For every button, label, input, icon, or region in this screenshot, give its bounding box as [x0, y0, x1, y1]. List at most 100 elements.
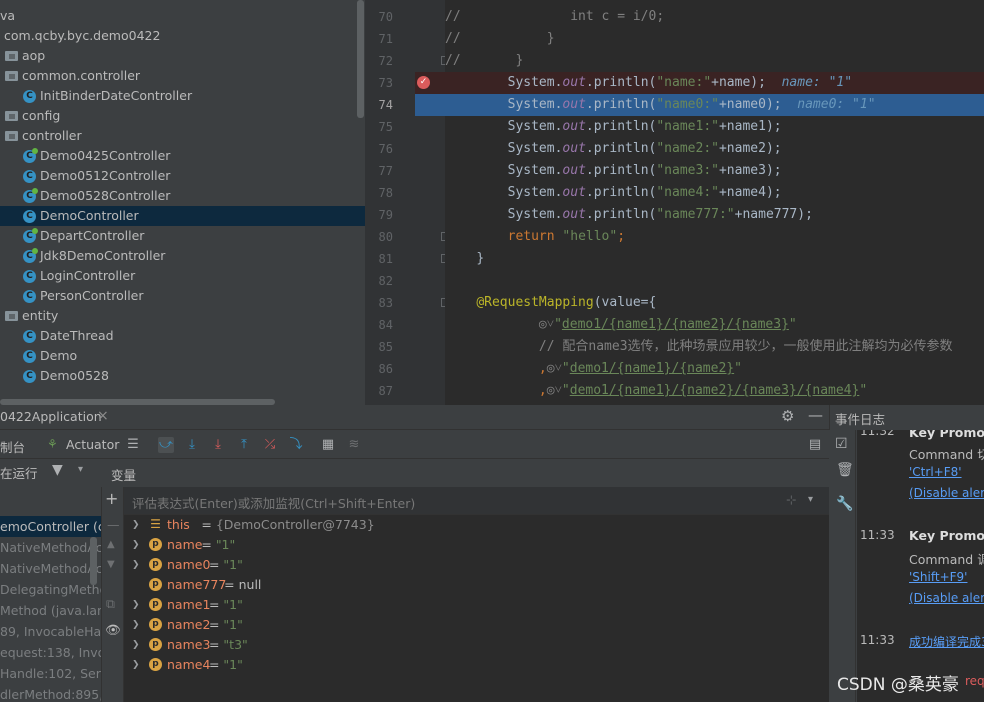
- actuator-tab[interactable]: Actuator: [66, 437, 119, 452]
- line-number[interactable]: 80: [365, 226, 393, 248]
- stack-frame[interactable]: NativeMethodAcc: [0, 537, 101, 558]
- event-link[interactable]: (Disable alert: [909, 486, 984, 500]
- line-number[interactable]: 78: [365, 182, 393, 204]
- layout-icon[interactable]: ☰: [125, 437, 141, 453]
- stack-frame[interactable]: Method (java.lan: [0, 600, 101, 621]
- mark-all-read-icon[interactable]: ☑: [835, 436, 848, 452]
- breakpoint-icon[interactable]: ✓: [417, 76, 430, 89]
- variable-row[interactable]: ❯ p name3 = "t3": [124, 635, 829, 655]
- expand-arrow-icon[interactable]: ❯: [132, 535, 140, 555]
- event-link[interactable]: (Disable alert: [909, 591, 984, 605]
- line-number[interactable]: 84: [365, 314, 393, 336]
- run-to-cursor-icon[interactable]: ⤵: [288, 437, 304, 453]
- eye-icon[interactable]: 👁: [105, 622, 121, 638]
- tree-item[interactable]: C DepartController: [0, 226, 365, 246]
- stack-frame[interactable]: emoController (c: [0, 516, 101, 537]
- console-tab[interactable]: 制台: [0, 437, 25, 456]
- copy-icon[interactable]: ⧉: [106, 596, 115, 612]
- line-number[interactable]: 76: [365, 138, 393, 160]
- tree-item[interactable]: C Demo0425Controller: [0, 146, 365, 166]
- line-number[interactable]: 81: [365, 248, 393, 270]
- tree-item[interactable]: C Demo0528: [0, 366, 365, 386]
- step-into-icon[interactable]: ⤓: [210, 437, 226, 453]
- tree-item[interactable]: aop: [0, 46, 365, 66]
- variable-row[interactable]: ❯ p name0 = "1": [124, 555, 829, 575]
- tree-item[interactable]: va: [0, 6, 365, 26]
- trash-icon[interactable]: 🗑: [836, 462, 854, 478]
- event-link[interactable]: 'Shift+F9': [909, 570, 967, 584]
- evaluate-icon[interactable]: ▦: [320, 437, 336, 453]
- line-number[interactable]: 74: [365, 94, 393, 116]
- stack-frame[interactable]: NativeMethodAcc: [0, 558, 101, 579]
- debug-session-tab[interactable]: 0422Application: [0, 409, 102, 424]
- move-down-icon[interactable]: ▼: [107, 559, 115, 570]
- stack-frame[interactable]: DelegatingMetho: [0, 579, 101, 600]
- globe-icon[interactable]: ◎˅: [547, 383, 562, 398]
- tree-item[interactable]: C Demo0528Controller: [0, 186, 365, 206]
- tree-item[interactable]: config: [0, 106, 365, 126]
- evaluate-expression-field[interactable]: 评估表达式(Enter)或添加监视(Ctrl+Shift+Enter) ⊹ ▾: [124, 487, 829, 515]
- expand-arrow-icon[interactable]: ❯: [132, 615, 140, 635]
- line-number[interactable]: 83: [365, 292, 393, 314]
- filter-icon[interactable]: ▼: [52, 462, 63, 478]
- line-number[interactable]: 82: [365, 270, 393, 292]
- code-editor[interactable]: // int c = i/0; // } // } System.out.pri…: [445, 0, 984, 405]
- globe-icon[interactable]: ◎˅: [539, 317, 554, 332]
- tree-item[interactable]: com.qcby.byc.demo0422: [0, 26, 365, 46]
- stack-frame[interactable]: 89, InvocableHan: [0, 621, 101, 642]
- line-number[interactable]: 77: [365, 160, 393, 182]
- tree-item[interactable]: C Demo0512Controller: [0, 166, 365, 186]
- tree-item[interactable]: controller: [0, 126, 365, 146]
- trace-icon[interactable]: ≋: [346, 437, 362, 453]
- step-out-icon[interactable]: ⤒: [236, 437, 252, 453]
- line-number[interactable]: 85: [365, 336, 393, 358]
- expand-arrow-icon[interactable]: ❯: [132, 555, 140, 575]
- expand-arrow-icon[interactable]: ❯: [132, 635, 140, 655]
- variable-row[interactable]: p name777 = null: [124, 575, 829, 595]
- line-number[interactable]: 70: [365, 6, 393, 28]
- stack-frame[interactable]: dlerMethod:895, I: [0, 684, 101, 702]
- variable-row[interactable]: ❯ p name = "1": [124, 535, 829, 555]
- stack-frame[interactable]: Handle:102, Servle: [0, 663, 101, 684]
- line-number[interactable]: 79: [365, 204, 393, 226]
- remove-watch-icon[interactable]: —: [107, 517, 120, 532]
- event-link[interactable]: 成功编译完成3: [909, 633, 984, 650]
- expand-arrow-icon[interactable]: ❯: [132, 595, 140, 615]
- add-watch-icon[interactable]: +: [105, 489, 118, 508]
- tree-item[interactable]: C DemoController: [0, 206, 365, 226]
- variable-row[interactable]: ❯ p name1 = "1": [124, 595, 829, 615]
- tree-item[interactable]: C Demo: [0, 346, 365, 366]
- tree-item[interactable]: C Jdk8DemoController: [0, 246, 365, 266]
- event-link[interactable]: 'Ctrl+F8': [909, 465, 962, 479]
- tree-item[interactable]: C LoginController: [0, 266, 365, 286]
- expand-arrow-icon[interactable]: ❯: [132, 655, 140, 675]
- move-up-icon[interactable]: ▲: [107, 539, 115, 550]
- close-tab-icon[interactable]: ×: [97, 408, 109, 424]
- layout-settings-icon[interactable]: ▤: [807, 437, 823, 453]
- variable-row[interactable]: ❯ p name4 = "1": [124, 655, 829, 675]
- chevron-down-icon[interactable]: ▾: [78, 464, 83, 475]
- line-number[interactable]: 73: [365, 72, 393, 94]
- line-number[interactable]: 71: [365, 28, 393, 50]
- tree-item[interactable]: C DateThread: [0, 326, 365, 346]
- tree-item[interactable]: common.controller: [0, 66, 365, 86]
- tree-item[interactable]: C PersonController: [0, 286, 365, 306]
- line-number[interactable]: 87: [365, 380, 393, 402]
- stack-frame[interactable]: equest:138, Invoc: [0, 642, 101, 663]
- frames-scrollbar[interactable]: [90, 537, 97, 585]
- drop-frame-icon[interactable]: ⤰: [262, 437, 278, 453]
- add-to-watches-icon[interactable]: ⊹: [786, 492, 796, 507]
- line-number[interactable]: 86: [365, 358, 393, 380]
- variable-row[interactable]: ❯ ☰ this = {DemoController@7743}: [124, 515, 829, 535]
- step-over-icon[interactable]: ⤓: [184, 437, 200, 453]
- line-number[interactable]: 75: [365, 116, 393, 138]
- line-number[interactable]: 72: [365, 50, 393, 72]
- wrench-icon[interactable]: 🔧: [836, 496, 853, 512]
- tree-scrollbar[interactable]: [357, 0, 364, 118]
- variable-row[interactable]: ❯ p name2 = "1": [124, 615, 829, 635]
- tree-item[interactable]: entity: [0, 306, 365, 326]
- history-dropdown-icon[interactable]: ▾: [808, 494, 813, 505]
- tree-item[interactable]: C InitBinderDateController: [0, 86, 365, 106]
- globe-icon[interactable]: ◎˅: [547, 361, 562, 376]
- expand-arrow-icon[interactable]: ❯: [132, 515, 140, 535]
